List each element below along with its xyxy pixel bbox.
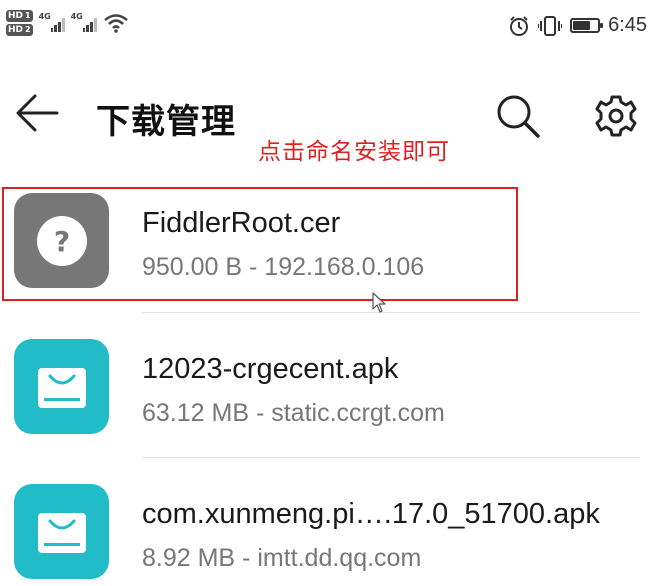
signal-icon-sim2: 4G	[71, 12, 97, 32]
download-name: com.xunmeng.pi….17.0_51700.apk	[142, 498, 600, 530]
shopping-bag-icon	[37, 367, 86, 408]
download-item-fiddlerroot[interactable]: ? FiddlerRoot.cer 950.00 B - 192.168.0.1…	[0, 185, 659, 305]
download-item-crgecent[interactable]: 12023-crgecent.apk 63.12 MB - static.ccr…	[0, 331, 659, 451]
status-left: HD 1 HD 2 4G 4G	[6, 10, 129, 36]
download-meta: 8.92 MB - imtt.dd.qq.com	[142, 544, 422, 572]
annotation-text: 点击命名安装即可	[258, 139, 450, 165]
download-name: 12023-crgecent.apk	[142, 353, 399, 385]
search-icon	[497, 95, 540, 138]
vibrate-icon	[538, 15, 563, 36]
download-meta: 63.12 MB - static.ccrgt.com	[142, 399, 445, 427]
search-button[interactable]	[490, 88, 546, 144]
back-button[interactable]	[12, 88, 62, 138]
svg-text:?: ?	[53, 225, 69, 258]
battery-icon	[570, 18, 604, 33]
apk-package-icon	[14, 339, 109, 434]
list-divider	[142, 457, 640, 458]
clock: 6:45	[608, 14, 647, 36]
status-bar: HD 1 HD 2 4G 4G 6:45	[0, 0, 659, 56]
apk-package-icon	[14, 484, 109, 579]
wifi-icon	[103, 14, 128, 33]
hd-indicators: HD 1 HD 2	[6, 10, 33, 36]
mouse-cursor-icon	[372, 292, 386, 313]
page-title: 下载管理	[96, 102, 236, 142]
alarm-icon	[510, 15, 529, 36]
download-item-xunmeng[interactable]: com.xunmeng.pi….17.0_51700.apk 8.92 MB -…	[0, 476, 659, 586]
shopping-bag-icon	[37, 512, 86, 553]
hd-badge-1: HD 1	[6, 10, 33, 22]
unknown-file-icon: ?	[14, 193, 109, 288]
gear-icon	[595, 95, 637, 137]
settings-button[interactable]	[588, 88, 644, 144]
download-meta: 950.00 B - 192.168.0.106	[142, 253, 425, 281]
signal-icon-sim1: 4G	[39, 12, 65, 32]
list-divider	[142, 312, 640, 313]
back-arrow-icon	[16, 94, 59, 132]
hd-badge-2: HD 2	[6, 24, 33, 36]
question-mark-icon: ?	[36, 215, 87, 266]
download-name: FiddlerRoot.cer	[142, 207, 341, 239]
status-right: 6:45	[508, 14, 647, 37]
